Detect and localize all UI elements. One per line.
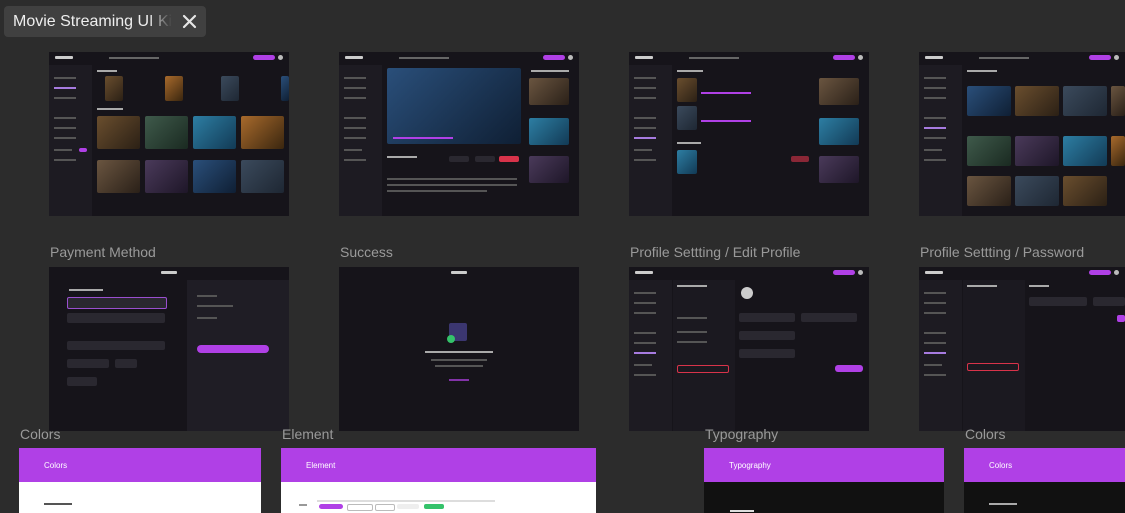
frame-colors-2-preview[interactable]: Colors <box>964 448 1125 513</box>
frame-header <box>629 52 869 65</box>
frame-success-preview[interactable] <box>339 267 579 431</box>
frame-label-colors-1: Colors <box>20 426 61 442</box>
close-icon[interactable] <box>179 11 200 32</box>
frame-header-title: Element <box>306 461 336 470</box>
frame-label-colors-2: Colors <box>965 426 1006 442</box>
frame-typography-preview[interactable]: Typography <box>704 448 944 513</box>
frame-sidebar <box>49 65 92 216</box>
frame-header-title: Colors <box>44 461 68 470</box>
frame-header <box>339 52 579 65</box>
frame-element-preview[interactable]: Element <box>281 448 596 513</box>
frame-history-preview[interactable] <box>919 52 1125 216</box>
frame-sidebar <box>629 65 672 216</box>
frame-payment-preview[interactable] <box>49 267 289 431</box>
frame-colors-1-preview[interactable]: Colors <box>19 448 261 513</box>
frame-label-element: Element <box>282 426 334 442</box>
frame-header <box>919 52 1125 65</box>
frame-header <box>49 52 289 65</box>
frame-sidebar <box>919 65 962 216</box>
frame-label-success: Success <box>340 244 393 260</box>
frame-label-password: Profile Settting / Password <box>920 244 1085 260</box>
frame-label-typography: Typography <box>705 426 779 442</box>
avatar <box>741 287 753 299</box>
frame-label-payment: Payment Method <box>50 244 156 260</box>
frame-downloads-preview[interactable] <box>629 52 869 216</box>
frame-label-edit-profile: Profile Settting / Edit Profile <box>630 244 801 260</box>
frame-detail-preview[interactable] <box>339 52 579 216</box>
file-tab-title: Movie Streaming UI Kit <box>13 12 172 30</box>
check-icon <box>447 335 455 343</box>
frame-home-preview[interactable] <box>49 52 289 216</box>
frame-sidebar <box>339 65 382 216</box>
frame-header-title: Colors <box>989 461 1013 470</box>
file-tab[interactable]: Movie Streaming UI Kit <box>4 6 206 37</box>
frame-edit-profile-preview[interactable] <box>629 267 869 431</box>
frame-password-preview[interactable] <box>919 267 1125 431</box>
frame-header-title: Typography <box>729 461 771 470</box>
